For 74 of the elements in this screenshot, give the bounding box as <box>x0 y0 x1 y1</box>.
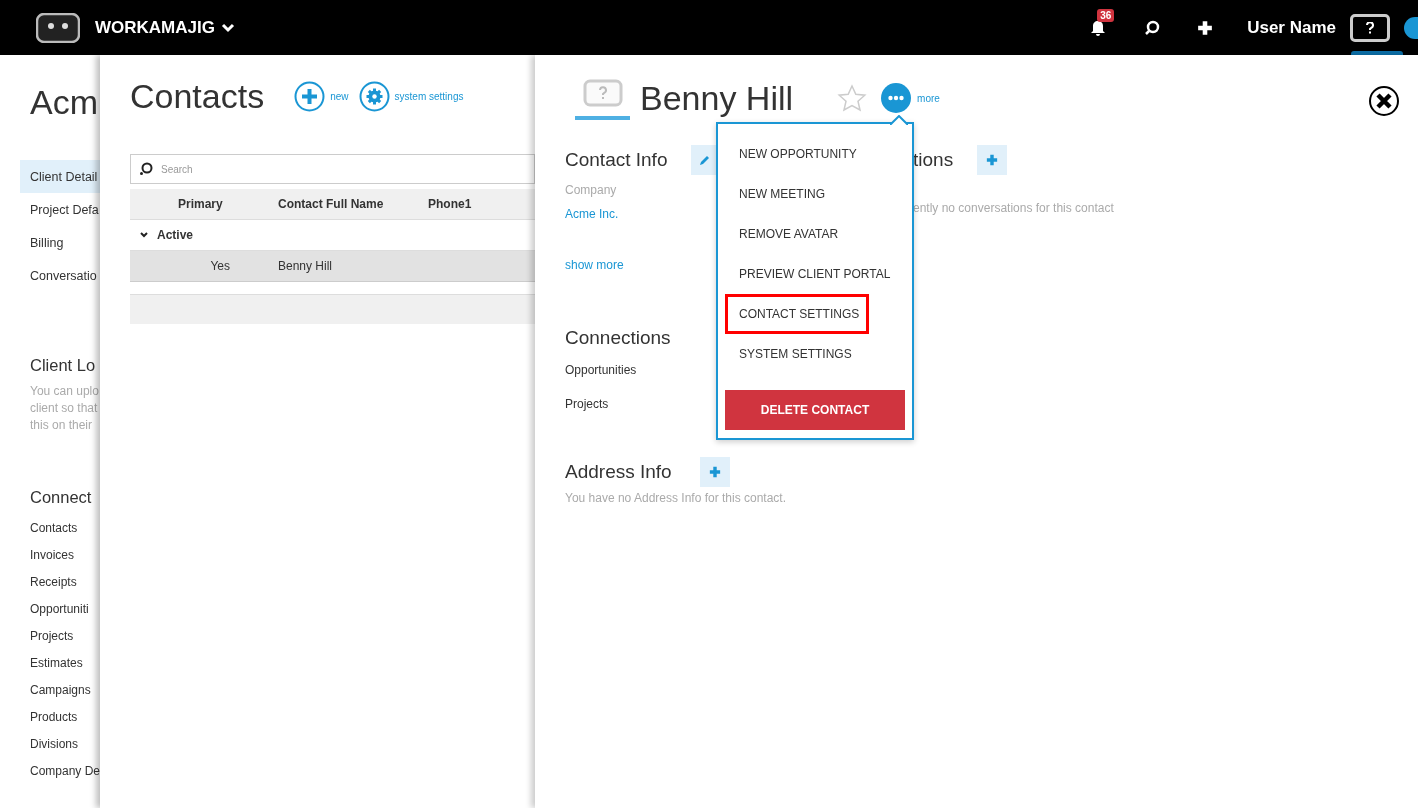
section-title: Client Lo <box>30 356 96 375</box>
app-switcher[interactable]: WORKAMAJIG <box>95 17 235 38</box>
plus-icon <box>708 466 721 478</box>
table-row[interactable]: Yes Benny Hill <box>130 251 535 282</box>
menu-item[interactable]: NEW OPPORTUNITY <box>725 134 904 174</box>
chevron-down-icon <box>220 22 235 33</box>
search-icon <box>139 162 153 176</box>
section-title: Address Info <box>565 461 672 483</box>
robot-logo-icon <box>36 12 80 43</box>
help-button[interactable] <box>1350 13 1390 42</box>
notification-count: 36 <box>1097 8 1115 22</box>
user-menu[interactable]: User Name <box>1247 17 1336 38</box>
bell-icon <box>1089 18 1108 37</box>
more-button[interactable]: more <box>881 83 940 113</box>
panel-title: Contacts <box>130 77 265 116</box>
add-button[interactable] <box>1197 19 1214 36</box>
search-icon <box>1143 18 1162 37</box>
connection-link[interactable]: Projects <box>565 397 609 411</box>
plus-circle-icon <box>294 81 326 112</box>
nav-item[interactable]: Project Defa <box>20 193 100 226</box>
field-label: Company <box>565 183 617 197</box>
table-cell-text: Benny Hill <box>277 259 334 273</box>
section-title: tions <box>913 149 954 171</box>
connection-link[interactable]: Opportunities <box>565 363 637 377</box>
gear-circle-icon <box>358 81 390 112</box>
plus-icon <box>1197 19 1214 36</box>
connection-link[interactable]: Contacts <box>30 521 78 535</box>
page-title: Acm <box>30 83 98 122</box>
column-header[interactable]: Phone1 <box>428 197 528 211</box>
menu-item[interactable]: PREVIEW CLIENT PORTAL <box>725 254 904 294</box>
connection-link[interactable]: Opportuniti <box>30 602 89 616</box>
question-icon <box>1366 21 1374 34</box>
description-text: this on their <box>30 417 93 434</box>
pencil-icon <box>699 154 712 166</box>
menu-item[interactable]: SYSTEM SETTINGS <box>725 334 904 374</box>
description-text: You can uplo <box>30 383 99 400</box>
menu-item[interactable]: REMOVE AVATAR <box>725 214 904 254</box>
nav-item[interactable]: Conversatio <box>20 259 100 292</box>
empty-message: ently no conversations for this contact <box>913 201 1114 215</box>
contact-name: Benny Hill <box>640 78 794 118</box>
nav-item[interactable]: Client Detail <box>20 160 100 193</box>
section-title: Contact Info <box>565 149 668 171</box>
more-dots-icon <box>881 83 912 113</box>
section-title: Connections <box>565 327 671 349</box>
search-field[interactable]: Search <box>130 154 535 184</box>
delete-contact-button[interactable]: DELETE CONTACT <box>725 390 905 430</box>
column-header[interactable]: Primary <box>130 197 278 211</box>
connection-link[interactable]: Estimates <box>30 656 83 670</box>
add-conversation-button[interactable] <box>977 145 1008 175</box>
column-header[interactable]: Contact Full Name <box>278 197 428 211</box>
new-button[interactable]: new <box>294 81 349 112</box>
table-cell-text: Yes <box>209 259 230 273</box>
connection-link[interactable]: Company De <box>30 764 101 778</box>
avatar-placeholder-icon <box>582 78 623 107</box>
connection-link[interactable]: Receipts <box>30 575 77 589</box>
search-button[interactable] <box>1143 18 1162 37</box>
empty-message: You have no Address Info for this contact. <box>565 491 787 505</box>
connection-link[interactable]: Invoices <box>30 548 75 562</box>
connection-link[interactable]: Projects <box>30 629 74 643</box>
group-label: Active <box>157 228 194 242</box>
close-icon <box>1368 85 1400 117</box>
notifications-button[interactable] <box>1089 18 1108 37</box>
star-outline-icon[interactable] <box>837 83 868 113</box>
add-address-button[interactable] <box>699 457 730 487</box>
description-text: client so that <box>30 400 98 417</box>
menu-item[interactable]: NEW MEETING <box>725 174 904 214</box>
nav-item[interactable]: Billing <box>20 226 100 259</box>
system-settings-button[interactable]: system settings <box>358 81 464 112</box>
connection-link[interactable]: Products <box>30 710 78 724</box>
connection-link[interactable]: Divisions <box>30 737 78 751</box>
menu-item[interactable]: CONTACT SETTINGS <box>725 294 869 334</box>
connection-link[interactable]: Campaigns <box>30 683 91 697</box>
section-title: Connect <box>30 488 92 507</box>
plus-icon <box>986 154 999 166</box>
